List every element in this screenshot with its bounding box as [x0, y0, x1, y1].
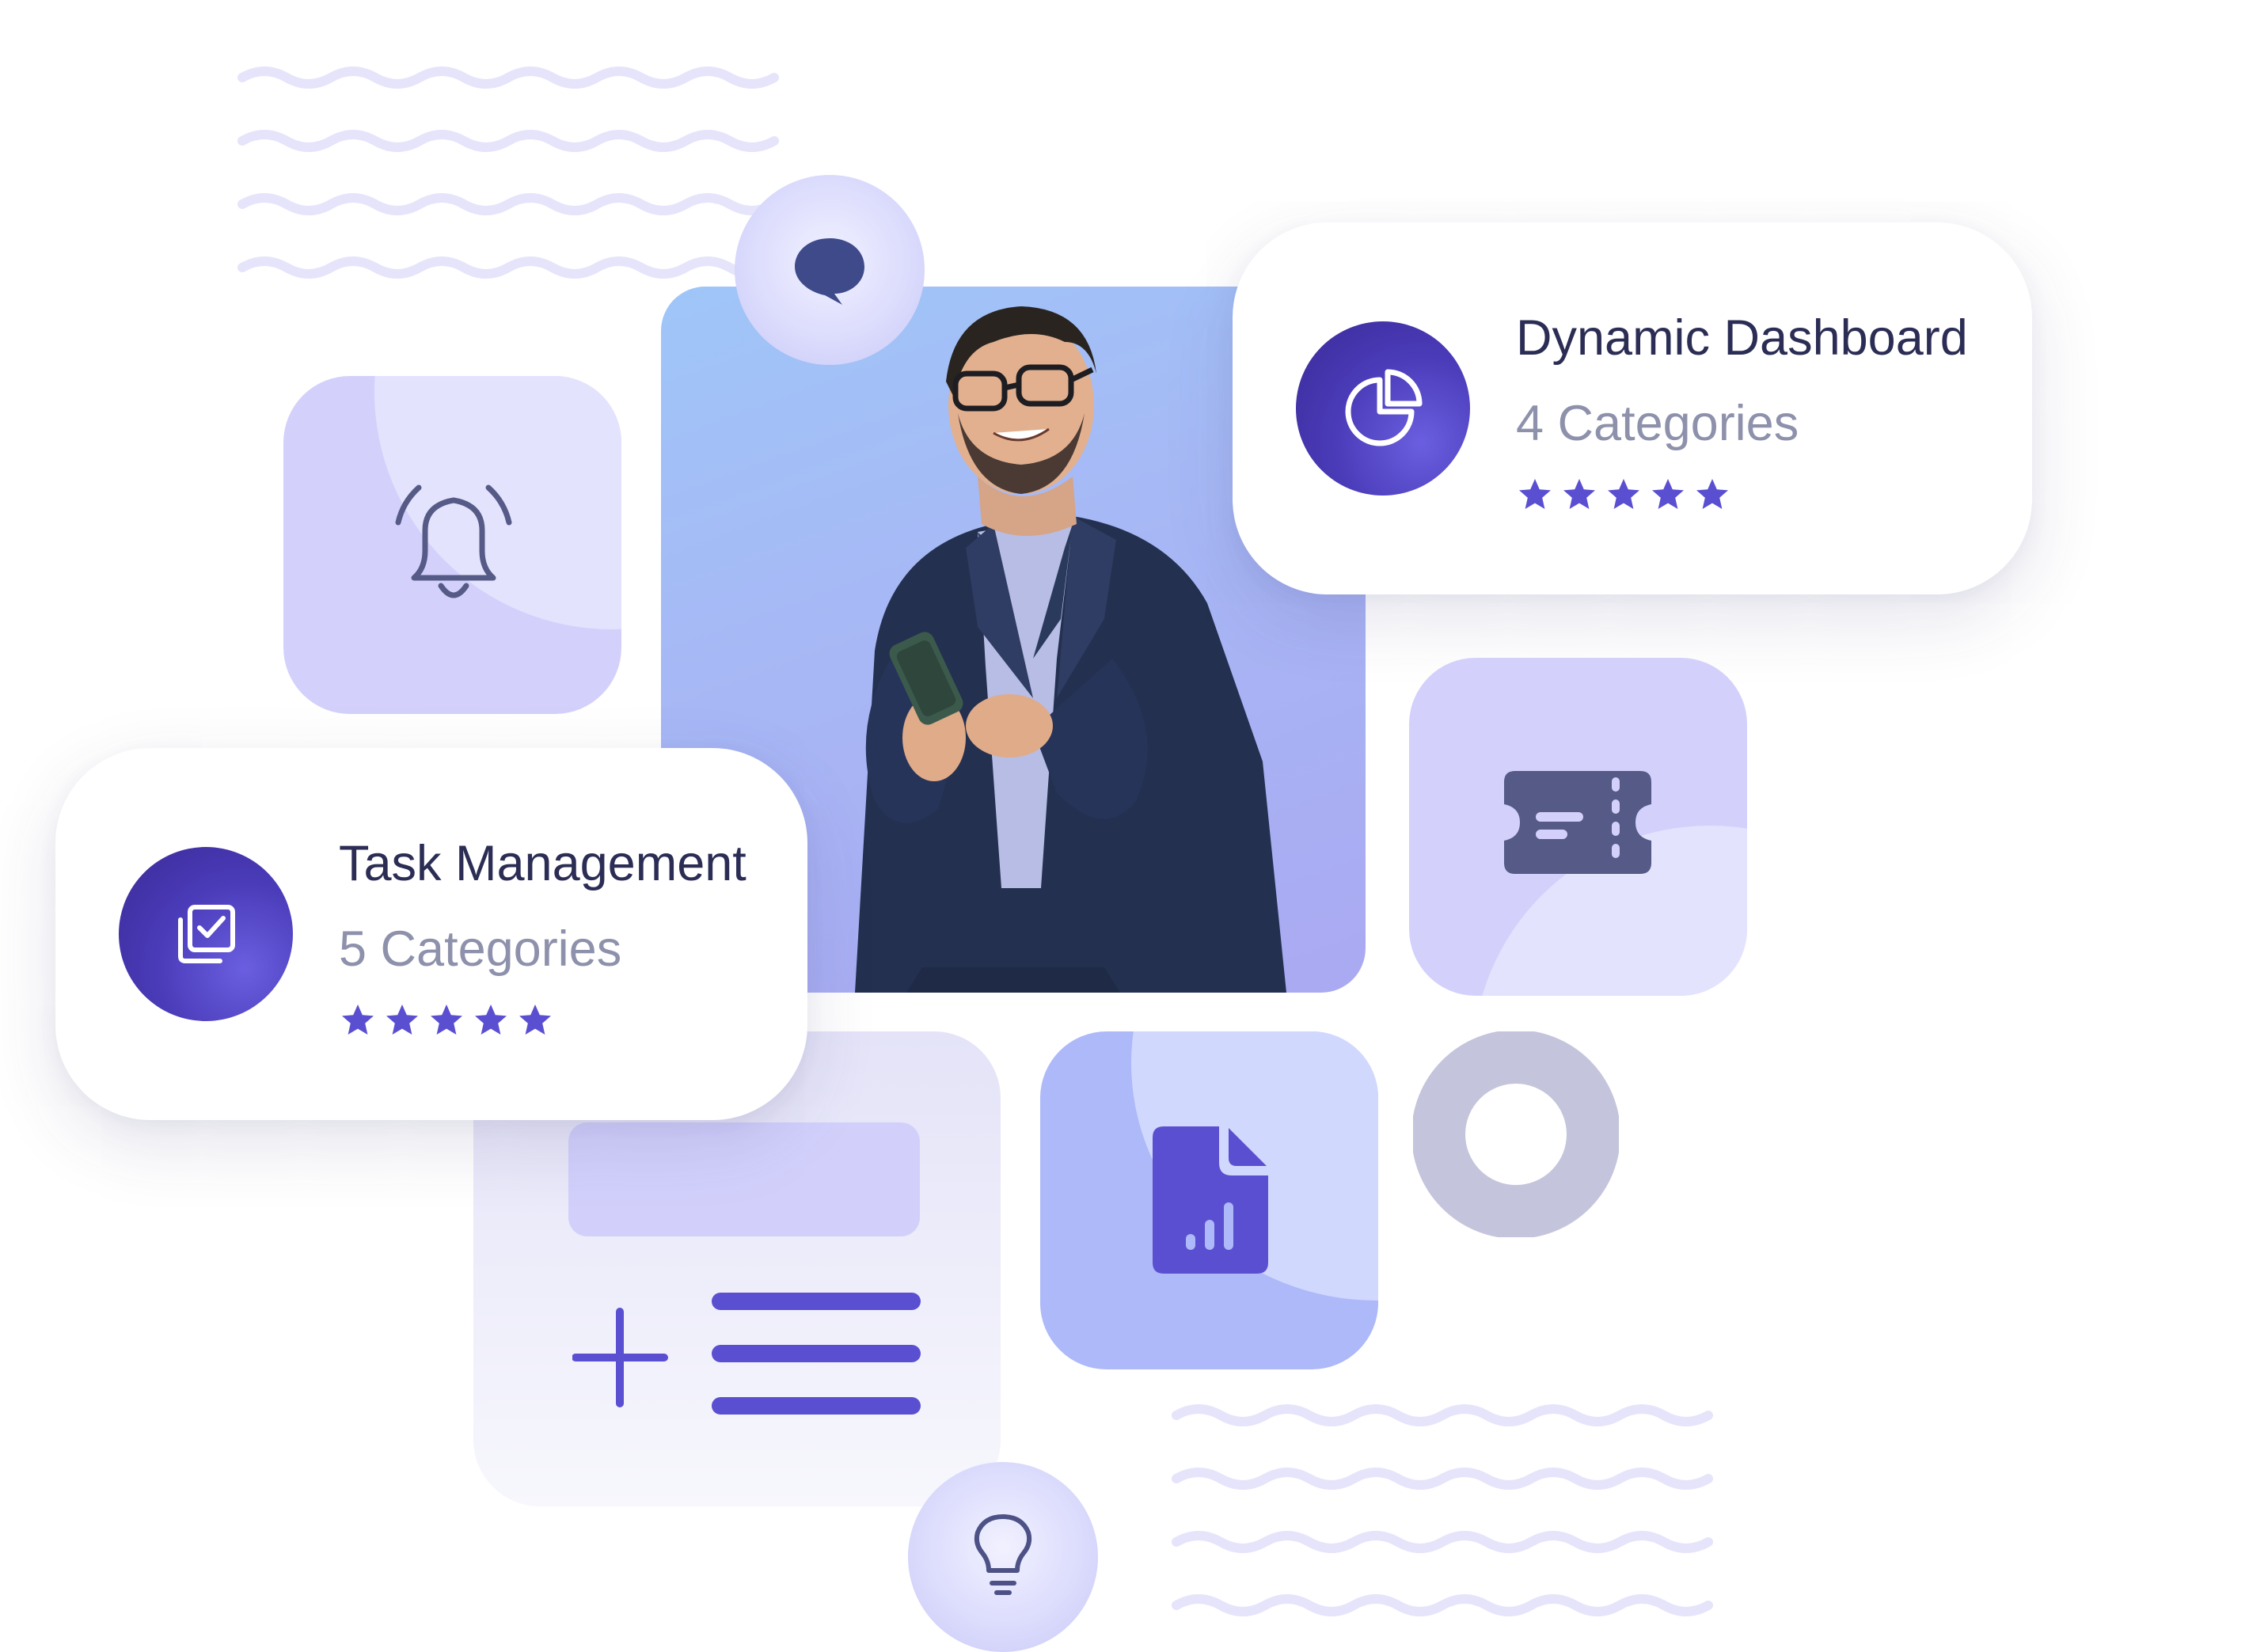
ticket-icon: [1504, 771, 1651, 878]
card-title: Task Management: [339, 836, 747, 891]
card-title: Dynamic Dashboard: [1516, 310, 1968, 366]
star-icon: [386, 1004, 418, 1035]
wave-lines-bottom: [1172, 1401, 1718, 1631]
star-icon: [1563, 479, 1595, 509]
wave-lines-top: [237, 63, 784, 293]
star-icon: [1608, 479, 1639, 509]
placeholder-bar: [568, 1122, 920, 1236]
star-icon: [1519, 479, 1551, 509]
ring-icon: [1411, 1030, 1620, 1241]
bell-icon: [374, 467, 533, 629]
rating-stars: [339, 1001, 554, 1039]
card-subtitle: 5 Categories: [339, 921, 622, 977]
star-icon: [519, 1004, 551, 1035]
add-list-icon: [572, 1293, 921, 1431]
star-icon: [475, 1004, 507, 1035]
ticket-tile: [1409, 658, 1747, 996]
report-file-icon: [1153, 1126, 1268, 1278]
card-subtitle: 4 Categories: [1516, 396, 1799, 451]
task-checklist-icon: [119, 847, 293, 1021]
star-icon: [342, 1004, 374, 1035]
chat-bubble-icon: [790, 229, 869, 312]
lightbulb-icon: [963, 1512, 1043, 1603]
dynamic-dashboard-card[interactable]: Dynamic Dashboard 4 Categories: [1233, 222, 2032, 594]
chat-bubble-circle: [735, 175, 925, 365]
star-icon: [1652, 479, 1684, 509]
star-icon: [431, 1004, 462, 1035]
rating-stars: [1516, 476, 1731, 514]
task-management-card[interactable]: Task Management 5 Categories: [55, 748, 807, 1120]
pie-chart-icon: [1296, 321, 1470, 496]
lightbulb-circle: [908, 1462, 1098, 1652]
notification-tile: [283, 376, 621, 714]
report-tile: [1040, 1031, 1378, 1369]
star-icon: [1696, 479, 1728, 509]
